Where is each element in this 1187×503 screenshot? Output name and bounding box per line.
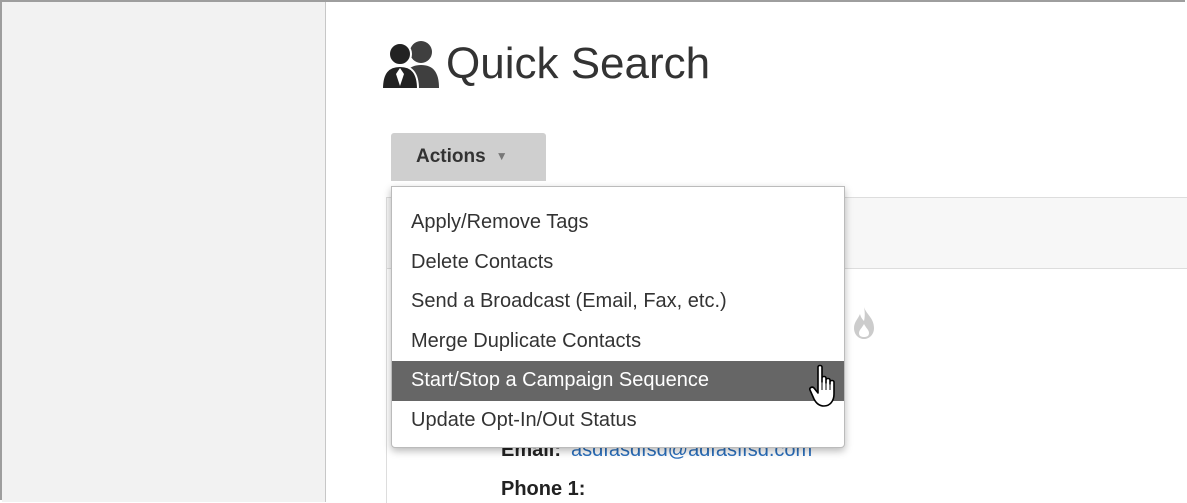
menu-item-update-opt-status[interactable]: Update Opt-In/Out Status xyxy=(392,401,844,441)
actions-menu-list: Apply/Remove Tags Delete Contacts Send a… xyxy=(392,203,844,440)
hand-cursor-icon xyxy=(809,364,835,407)
contacts-icon xyxy=(381,41,439,90)
actions-button-label: Actions xyxy=(416,146,486,167)
menu-item-delete-contacts[interactable]: Delete Contacts xyxy=(392,243,844,283)
page-title: Quick Search xyxy=(446,39,711,88)
phone-label: Phone 1: xyxy=(501,478,586,500)
actions-dropdown-menu: Apply/Remove Tags Delete Contacts Send a… xyxy=(391,186,845,448)
sidebar xyxy=(2,2,326,502)
menu-item-start-stop-campaign[interactable]: Start/Stop a Campaign Sequence xyxy=(392,361,844,401)
menu-item-send-broadcast[interactable]: Send a Broadcast (Email, Fax, etc.) xyxy=(392,282,844,322)
menu-item-merge-duplicates[interactable]: Merge Duplicate Contacts xyxy=(392,322,844,362)
menu-item-apply-remove-tags[interactable]: Apply/Remove Tags xyxy=(392,203,844,243)
flame-icon xyxy=(854,307,874,339)
caret-down-icon: ▼ xyxy=(495,149,508,163)
actions-button[interactable]: Actions ▼ xyxy=(391,133,546,181)
